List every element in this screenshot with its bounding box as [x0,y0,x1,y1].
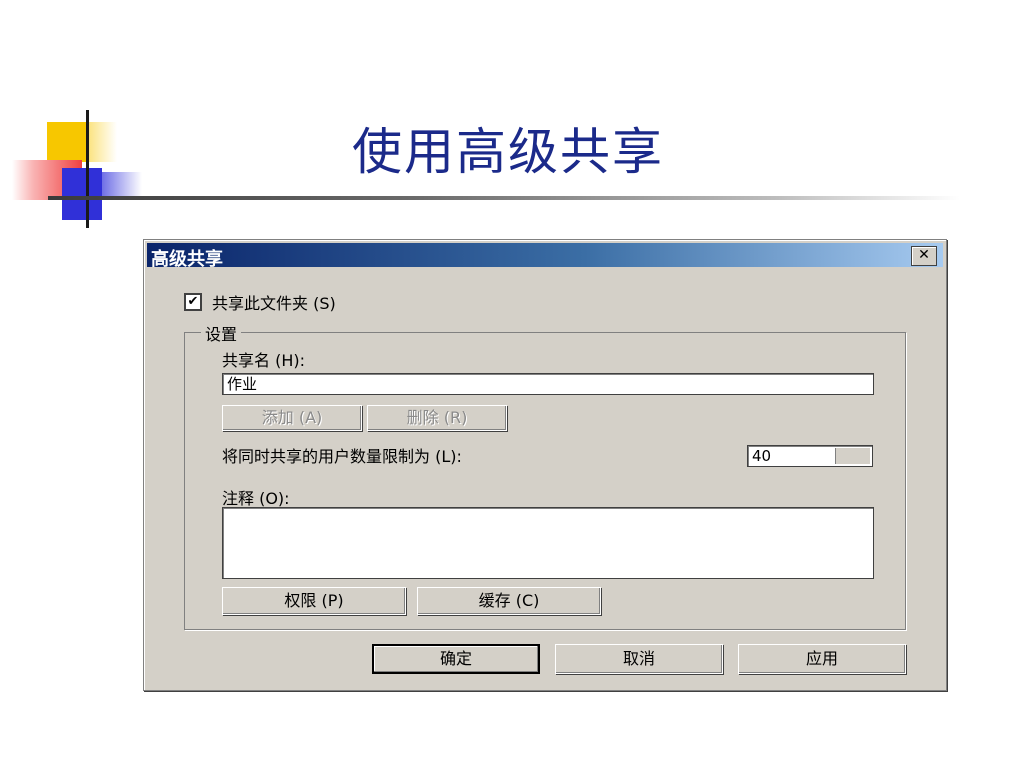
add-button[interactable]: 添加 (A) [222,405,362,431]
close-icon: ✕ [918,247,930,263]
settings-group-legend: 设置 [201,321,242,345]
user-limit-label: 将同时共享的用户数量限制为 (L): [222,447,462,466]
share-name-input[interactable]: 作业 [222,373,874,395]
settings-group: 设置 共享名 (H): 作业 添加 (A) 删除 (R) 将同时共享的用户数量限… [184,321,906,630]
decoration-horizontal-line [48,196,960,200]
user-limit-value: 40 [752,447,772,465]
share-name-value: 作业 [227,375,258,393]
dialog-title: 高级共享 [151,249,223,270]
ok-button[interactable]: 确定 [372,644,540,674]
share-name-label: 共享名 (H): [222,351,305,370]
decoration-yellow-fade [87,122,117,162]
share-folder-checkbox-row[interactable]: ✔ 共享此文件夹 (S) [184,290,336,314]
comment-label: 注释 (O): [222,489,290,508]
spinner-arrows [835,448,870,464]
comment-textarea[interactable] [222,507,874,579]
close-button[interactable]: ✕ [911,246,937,266]
decoration-blue-square [62,168,102,220]
share-folder-checkbox[interactable]: ✔ [184,293,202,311]
cancel-button[interactable]: 取消 [555,644,723,674]
caching-button[interactable]: 缓存 (C) [417,587,601,615]
checkmark-icon: ✔ [187,294,199,309]
slide-title: 使用高级共享 [352,123,664,181]
spinner-down-button[interactable] [836,456,870,464]
decoration-vertical-line [86,110,89,228]
user-limit-spinner[interactable]: 40 [747,445,873,467]
permissions-button[interactable]: 权限 (P) [222,587,406,615]
decoration-yellow-square [47,122,87,162]
apply-button[interactable]: 应用 [738,644,906,674]
share-folder-checkbox-label: 共享此文件夹 (S) [212,294,336,313]
advanced-sharing-dialog: 高级共享 ✕ ✔ 共享此文件夹 (S) 设置 共享名 (H): 作业 添加 (A… [143,239,947,691]
dialog-titlebar[interactable]: 高级共享 ✕ [147,243,943,270]
remove-button[interactable]: 删除 (R) [367,405,507,431]
